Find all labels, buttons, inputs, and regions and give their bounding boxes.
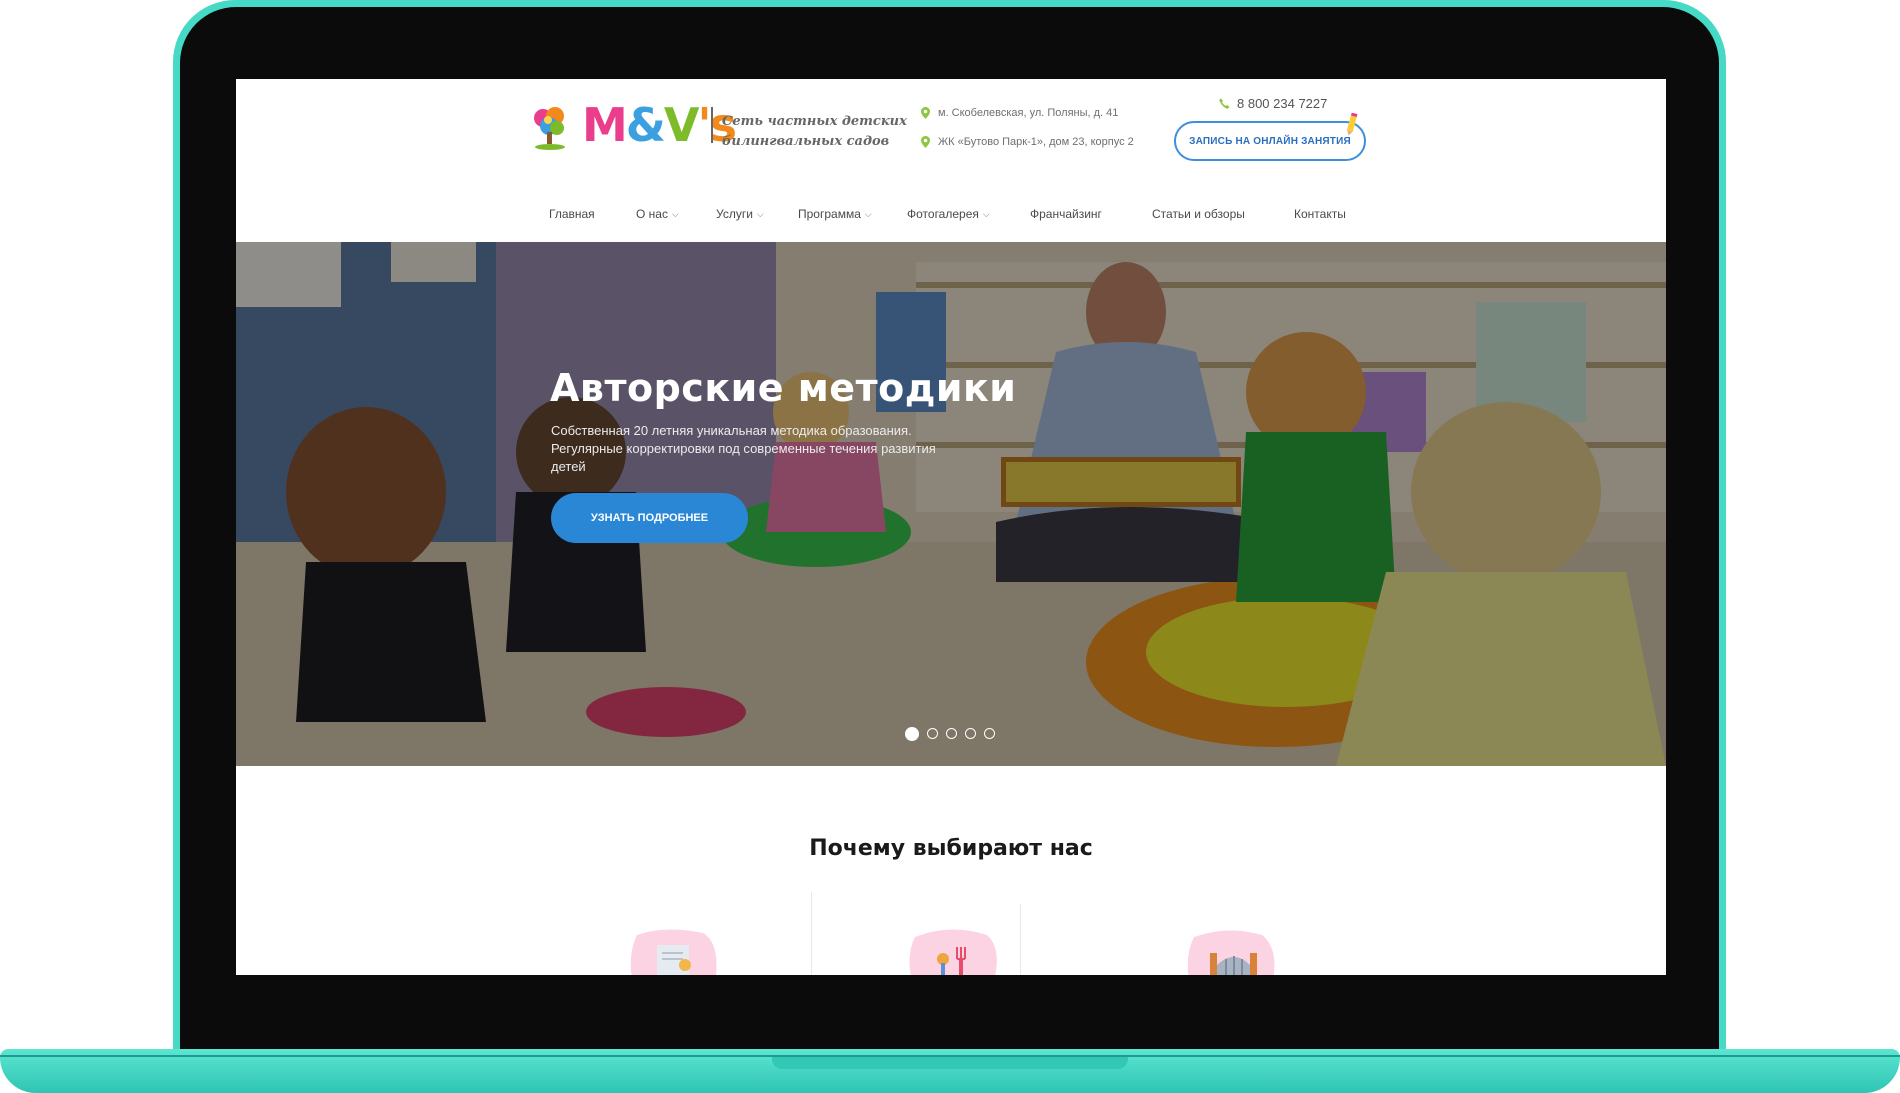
slider-dot-2[interactable] [927, 728, 938, 739]
slider-dot-5[interactable] [984, 728, 995, 739]
nav-label: Контакты [1294, 207, 1346, 221]
chevron-down-icon: ⌵ [864, 208, 872, 219]
nav-item-contacts[interactable]: Контакты [1294, 199, 1346, 229]
nav-label: Статьи и обзоры [1152, 207, 1245, 221]
logo-divider [711, 107, 713, 143]
tagline-line2: билингвальных садов [722, 134, 890, 149]
hero-desc-line1: Собственная 20 летняя уникальная методик… [551, 423, 912, 438]
nav-label: О нас [636, 207, 668, 221]
chevron-down-icon: ⌵ [756, 208, 764, 219]
phone-icon [1219, 98, 1230, 109]
slider-dots [905, 727, 995, 741]
slider-dot-1[interactable] [905, 727, 919, 741]
nav-label: Программа [798, 207, 861, 221]
logo-tree-icon[interactable] [533, 106, 567, 152]
phone-number: 8 800 234 7227 [1237, 96, 1328, 111]
nav-item-franchise[interactable]: Франчайзинг [1030, 199, 1102, 229]
address-1[interactable]: м. Скобелевская, ул. Поляны, д. 41 [921, 107, 1118, 119]
tagline: Сеть частных детских билингвальных садов [722, 112, 912, 152]
learn-more-button[interactable]: Узнать подробнее [551, 493, 748, 543]
nav-item-gallery[interactable]: Фотогалерея ⌵ [907, 199, 990, 229]
chevron-down-icon: ⌵ [671, 208, 679, 219]
slider-dot-3[interactable] [946, 728, 957, 739]
nav-item-about[interactable]: О нас ⌵ [636, 199, 679, 229]
nav-label: Франчайзинг [1030, 207, 1102, 221]
cutlery-icon [909, 929, 997, 975]
feature-divider [811, 892, 812, 975]
nav-label: Главная [549, 207, 595, 221]
hero-desc-line2: Регулярные корректировки под современные… [551, 441, 936, 456]
gate-icon [1187, 930, 1275, 975]
certificate-icon [630, 929, 717, 975]
address-1-text: м. Скобелевская, ул. Поляны, д. 41 [938, 107, 1119, 119]
nav-item-services[interactable]: Услуги ⌵ [716, 199, 764, 229]
location-pin-icon [921, 107, 930, 119]
website-screen: M&V's Сеть частных детских билингвальных… [236, 79, 1666, 975]
tagline-line1: Сеть частных детских [722, 114, 907, 129]
address-2-text: ЖК «Бутово Парк-1», дом 23, корпус 2 [938, 136, 1134, 148]
hero-slider: Авторские методики Собственная 20 летняя… [236, 242, 1666, 766]
pencil-icon [1347, 113, 1358, 136]
nav-item-home[interactable]: Главная [549, 199, 595, 229]
phone-link[interactable]: 8 800 234 7227 [1219, 96, 1327, 111]
hero-title: Авторские методики [550, 366, 1017, 410]
slider-dot-4[interactable] [965, 728, 976, 739]
online-lesson-button[interactable]: Запись на онлайн занятия [1174, 121, 1366, 161]
chevron-down-icon: ⌵ [982, 208, 990, 219]
nav-label: Услуги [716, 207, 753, 221]
main-navigation: Главная О нас ⌵ Услуги ⌵ Программа ⌵ Фотога… [236, 199, 1666, 229]
laptop-base-notch [772, 1057, 1128, 1069]
why-section-title: Почему выбирают нас [809, 836, 1093, 861]
nav-item-articles[interactable]: Статьи и обзоры [1152, 199, 1245, 229]
hero-overlay [236, 242, 1666, 766]
hero-desc-line3: детей [551, 459, 586, 474]
nav-label: Фотогалерея [907, 207, 979, 221]
nav-item-program[interactable]: Программа ⌵ [798, 199, 872, 229]
feature-divider [1020, 904, 1021, 975]
address-2[interactable]: ЖК «Бутово Парк-1», дом 23, корпус 2 [921, 136, 1134, 148]
hero-description: Собственная 20 летняя уникальная методик… [551, 422, 971, 476]
location-pin-icon [921, 136, 930, 148]
